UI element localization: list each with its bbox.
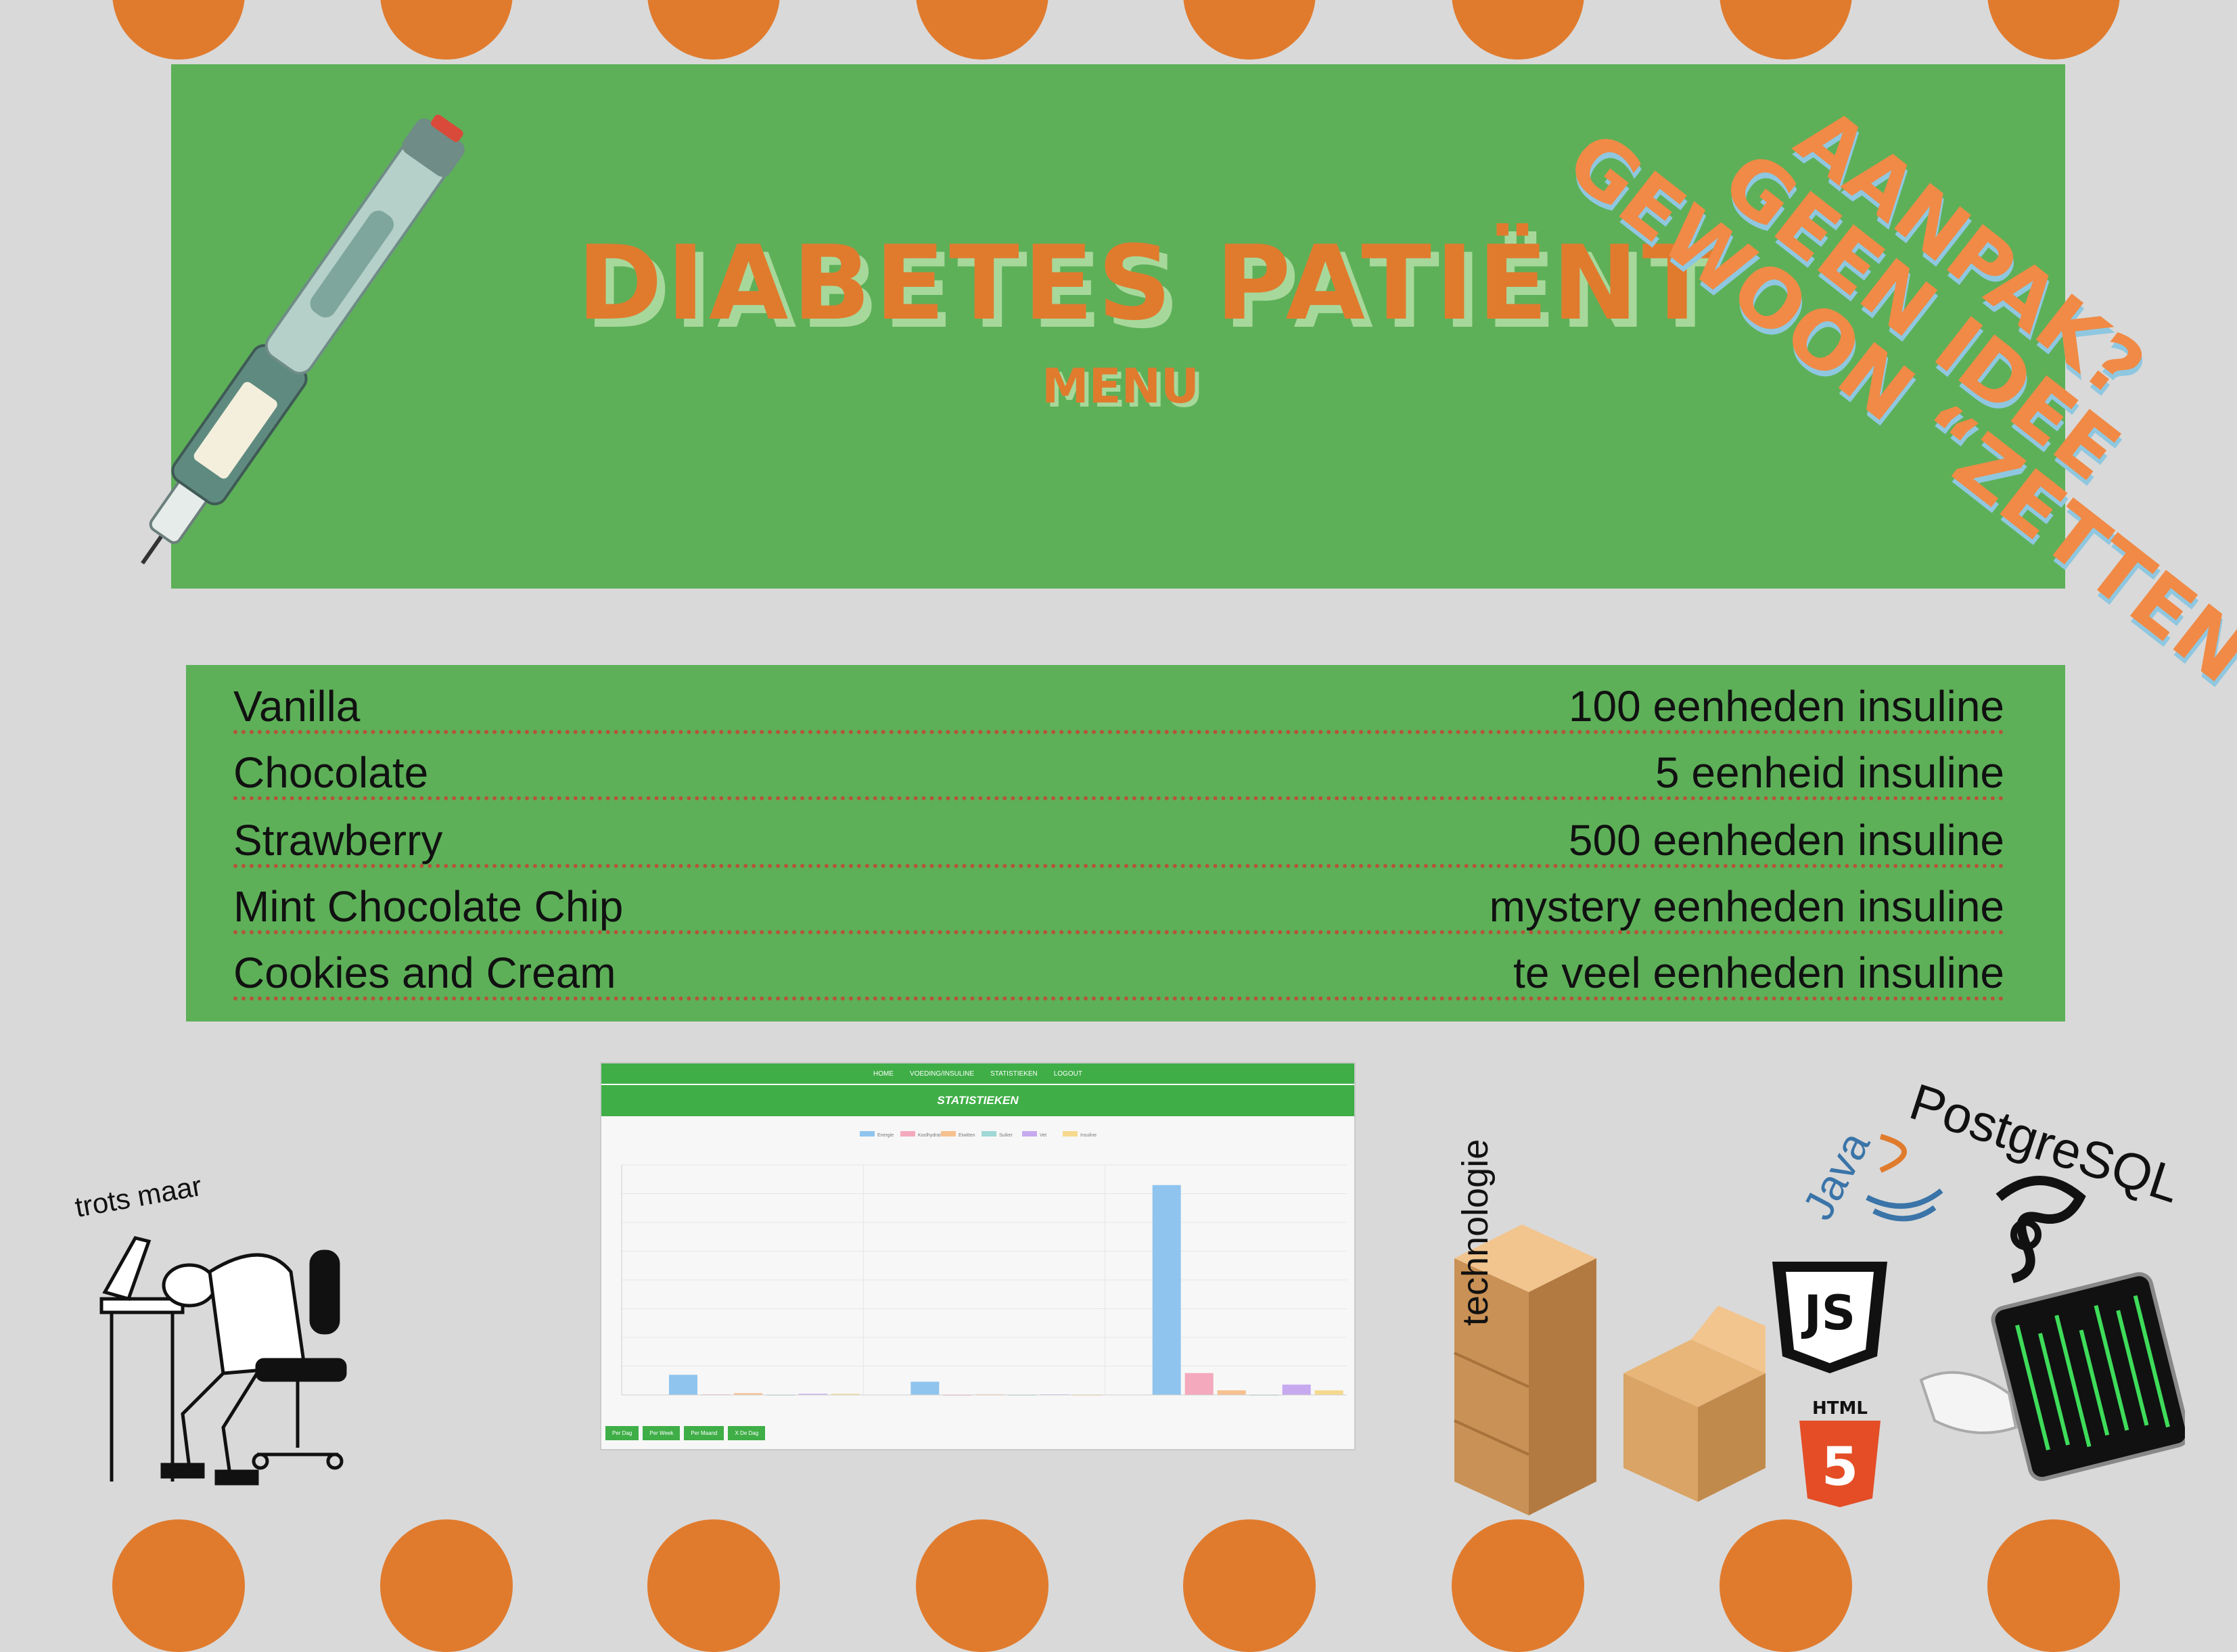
screenshot-heading: STATISTIEKEN bbox=[937, 1094, 1019, 1107]
legend-swatch bbox=[982, 1131, 996, 1137]
menu-item-value: te veel eenheden insuline bbox=[1513, 948, 2004, 997]
menu-item-value: mystery eenheden insuline bbox=[1489, 882, 2004, 931]
dot-bottom-1 bbox=[112, 1519, 245, 1652]
cardboard-boxes-icon bbox=[1454, 1224, 1766, 1515]
dot-bottom-2 bbox=[380, 1519, 513, 1652]
dot-bottom-7 bbox=[1720, 1519, 1852, 1652]
dot-bottom-5 bbox=[1183, 1519, 1316, 1652]
screenshot-nav: HOME VOEDING/INSULINE STATISTIEKEN LOGOU… bbox=[601, 1063, 1354, 1085]
dot-bottom-6 bbox=[1452, 1519, 1584, 1652]
menu-item-value: 5 eenheid insuline bbox=[1655, 748, 2004, 797]
per-dag-button[interactable]: Per Dag bbox=[605, 1426, 639, 1440]
per-week-button[interactable]: Per Week bbox=[643, 1426, 681, 1440]
dot-top-8 bbox=[1987, 0, 2120, 60]
legend-swatch bbox=[860, 1131, 875, 1137]
dot-top-3 bbox=[647, 0, 780, 60]
dot-bottom-3 bbox=[647, 1519, 780, 1652]
menu-item: Cookies and Cream te veel eenheden insul… bbox=[233, 932, 2004, 1001]
nav-item-logout[interactable]: LOGOUT bbox=[1054, 1070, 1082, 1078]
dot-top-6 bbox=[1452, 0, 1584, 60]
menu-item-value: 100 eenheden insuline bbox=[1568, 682, 2004, 731]
dot-top-4 bbox=[916, 0, 1048, 60]
hand-terminal-icon bbox=[1919, 1272, 2185, 1482]
legend-label: Vet bbox=[1040, 1133, 1046, 1138]
menu-item: Mint Chocolate Chip mystery eenheden ins… bbox=[233, 865, 2004, 934]
menu-item-value: 500 eenheden insuline bbox=[1568, 816, 2004, 865]
legend-label: Energie bbox=[877, 1133, 894, 1138]
legend-label: Eiwitten bbox=[959, 1133, 975, 1138]
page-subtitle: MENU bbox=[1042, 359, 1199, 414]
per-maand-button[interactable]: Per Maand bbox=[684, 1426, 724, 1440]
bar bbox=[1152, 1185, 1181, 1395]
java-cup-icon bbox=[1866, 1134, 1943, 1222]
dot-top-5 bbox=[1183, 0, 1316, 60]
menu-item: Strawberry 500 eenheden insuline bbox=[233, 799, 2004, 868]
x-de-dag-button[interactable]: X De Dag bbox=[728, 1426, 766, 1440]
menu-panel: Vanilla 100 eenheden insuline Chocolate … bbox=[186, 665, 2065, 1022]
html5-label: HTML bbox=[1812, 1398, 1868, 1419]
insulin-pen-icon bbox=[141, 114, 465, 565]
app-screenshot: HOME VOEDING/INSULINE STATISTIEKEN LOGOU… bbox=[600, 1062, 1356, 1450]
bar bbox=[669, 1375, 697, 1395]
legend-swatch bbox=[900, 1131, 915, 1137]
menu-item-name: Cookies and Cream bbox=[233, 948, 616, 997]
dot-bottom-4 bbox=[916, 1519, 1048, 1652]
tired-man-icon bbox=[99, 1236, 347, 1486]
html5-logo-icon: HTML 5 bbox=[1799, 1398, 1881, 1507]
legend-label: Insuline bbox=[1080, 1133, 1097, 1138]
menu-item-name: Mint Chocolate Chip bbox=[233, 882, 624, 931]
menu-item: Vanilla 100 eenheden insuline bbox=[233, 665, 2004, 734]
dot-bottom-8 bbox=[1987, 1519, 2120, 1652]
menu-item-name: Strawberry bbox=[233, 816, 443, 865]
bar bbox=[910, 1381, 940, 1395]
bar bbox=[1217, 1390, 1246, 1395]
technologie-label: technologie bbox=[1455, 1139, 1496, 1326]
nav-item-home[interactable]: HOME bbox=[873, 1070, 894, 1078]
legend-label: Suiker bbox=[999, 1133, 1013, 1138]
nav-item-statistieken[interactable]: STATISTIEKEN bbox=[990, 1070, 1038, 1078]
statistics-chart: Energie Koolhydraten Eiwitten Suiker Vet Insu… bbox=[621, 1131, 1347, 1396]
menu-item-name: Chocolate bbox=[233, 748, 429, 797]
dot-top-2 bbox=[380, 0, 513, 60]
screenshot-heading-bar: STATISTIEKEN bbox=[601, 1085, 1354, 1116]
nav-item-voeding[interactable]: VOEDING/INSULINE bbox=[910, 1070, 974, 1078]
legend-swatch bbox=[941, 1131, 956, 1137]
legend-swatch bbox=[1063, 1131, 1078, 1137]
svg-text:5: 5 bbox=[1822, 1437, 1858, 1498]
bar bbox=[1314, 1390, 1343, 1395]
menu-item: Chocolate 5 eenheid insuline bbox=[233, 731, 2004, 800]
menu-item-name: Vanilla bbox=[233, 682, 361, 731]
bar bbox=[1282, 1384, 1311, 1395]
svg-text:JS: JS bbox=[1801, 1285, 1855, 1341]
legend-swatch bbox=[1022, 1131, 1037, 1137]
page-title: DIABETES PATIËNT bbox=[577, 223, 1717, 343]
javascript-logo-icon: JS bbox=[1772, 1262, 1887, 1373]
dot-top-1 bbox=[112, 0, 245, 60]
period-buttons: Per Dag Per Week Per Maand X De Dag bbox=[605, 1426, 766, 1440]
bar bbox=[1184, 1373, 1214, 1395]
